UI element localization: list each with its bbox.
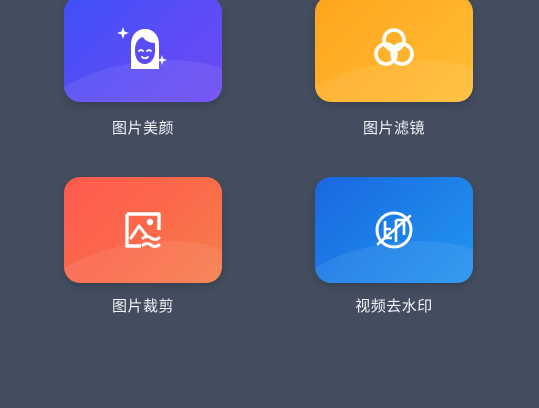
filter-tool-label: 图片滤镜 [362,119,425,137]
beauty-tool-label: 图片美颜 [111,119,174,137]
remove-watermark-icon [375,211,413,249]
filter-tool-button[interactable] [315,0,473,102]
beauty-tool-button[interactable] [64,0,222,102]
remove-watermark-tool-label: 视频去水印 [355,297,433,315]
filter-circles-icon [374,28,414,66]
image-crop-icon [125,212,161,248]
tool-grid: 图片美颜 图片滤镜 图片裁剪 视频去水印 [0,0,539,408]
face-beauty-icon [117,27,167,69]
crop-tool-label: 图片裁剪 [111,297,174,315]
remove-watermark-tool-button[interactable] [315,177,473,283]
crop-tool-button[interactable] [64,177,222,283]
